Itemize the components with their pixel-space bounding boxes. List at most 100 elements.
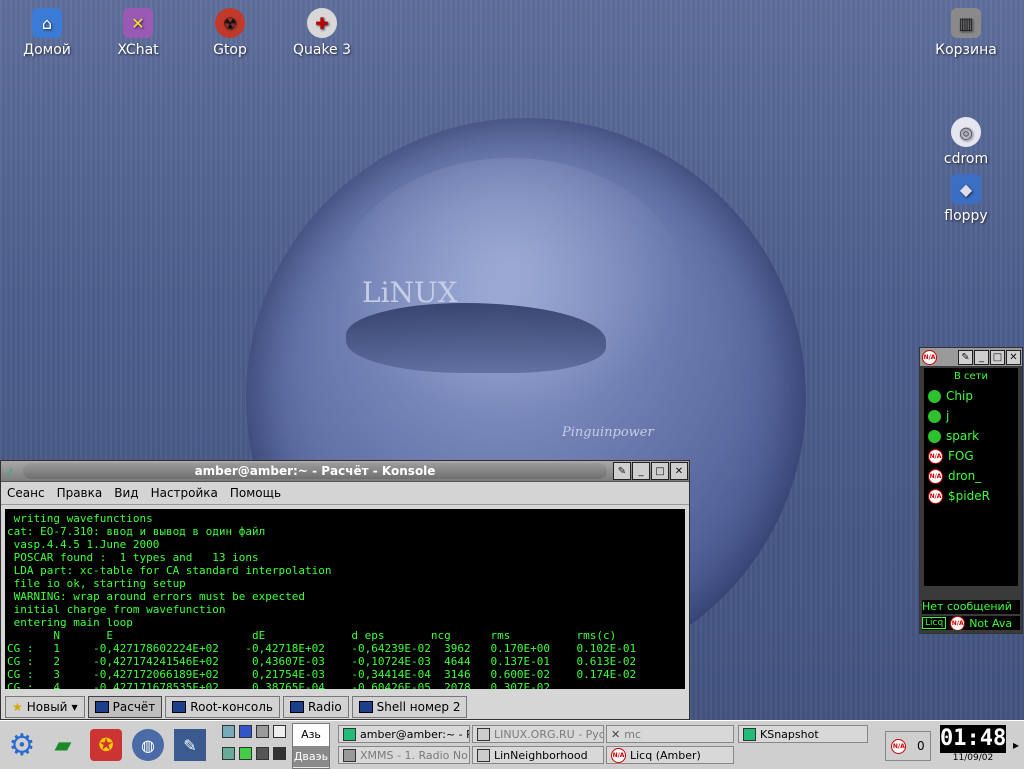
contact-item[interactable]: N/A dron_ — [924, 466, 1018, 486]
lock-icon[interactable] — [222, 746, 235, 760]
kde-menu-button[interactable]: ⚙ — [4, 727, 40, 763]
konsole-menubar: Сеанс Правка Вид Настройка Помощь — [1, 482, 689, 505]
task-linneighborhood[interactable]: LinNeighborhood — [472, 746, 604, 764]
tab-shell-2[interactable]: Shell номер 2 — [351, 696, 468, 718]
menu-settings[interactable]: Настройка — [145, 486, 224, 500]
chevron-down-icon: ▼ — [71, 702, 78, 712]
clover-icon[interactable] — [239, 746, 252, 760]
wallpaper-subtitle: Pinguinpower — [562, 425, 654, 440]
tab-raschet[interactable]: Расчёт — [87, 696, 163, 718]
contact-item[interactable]: Chip — [924, 386, 1018, 406]
konsole-app-icon[interactable]: ✓ — [5, 465, 17, 479]
menu-help[interactable]: Помощь — [224, 486, 287, 500]
new-session-icon: ★ — [12, 700, 23, 714]
status-bar[interactable]: Licq N/A Not Ava — [922, 616, 1020, 630]
desktop-icon-floppy[interactable]: ◆ floppy — [926, 170, 1006, 224]
konsole-window: ✓ amber@amber:~ - Расчёт - Konsole ✎ _ □… — [0, 460, 690, 720]
konsole-icon — [343, 727, 356, 741]
tab-new[interactable]: ★ Новый ▼ — [5, 696, 85, 718]
pin-icon[interactable]: ✎ — [613, 462, 631, 480]
task-ksnapshot[interactable]: KSnapshot — [738, 725, 868, 743]
close-button[interactable]: ✕ — [670, 462, 688, 480]
licq-titlebar[interactable]: N/A ✎ _ □ ✕ — [920, 348, 1022, 366]
desktop-icon-quake3[interactable]: ✚ Quake 3 — [282, 4, 362, 58]
systray: N/A 0 — [885, 731, 931, 761]
wallpaper-title: LiNUX — [362, 276, 458, 309]
x-icon: ✕ — [611, 727, 621, 741]
desktop-launcher[interactable]: ▰ — [46, 729, 80, 761]
clock[interactable]: 01:48 11/09/02 — [940, 725, 1006, 767]
menu-session[interactable]: Сеанс — [1, 486, 51, 500]
cdrom-icon: ◎ — [951, 117, 981, 147]
contact-item[interactable]: j — [924, 406, 1018, 426]
contact-item[interactable]: spark — [924, 426, 1018, 446]
minimize-button[interactable]: _ — [632, 462, 650, 480]
camera-icon[interactable] — [256, 746, 269, 760]
network-icon[interactable] — [222, 725, 235, 738]
desktop-icon-cdrom[interactable]: ◎ cdrom — [926, 113, 1006, 167]
online-status-icon — [928, 409, 941, 423]
online-status-icon — [928, 429, 941, 443]
message-status[interactable]: Нет сообщений — [922, 600, 1020, 614]
menu-view[interactable]: Вид — [108, 486, 144, 500]
menu-edit[interactable]: Правка — [51, 486, 109, 500]
tab-root-console[interactable]: Root-консоль — [165, 696, 280, 718]
contact-item[interactable]: N/A FOG — [924, 446, 1018, 466]
licq-tray-icon[interactable]: N/A — [891, 738, 907, 754]
konsole-tabbar: ★ Новый ▼ Расчёт Root-консоль Radio Shell … — [5, 695, 685, 719]
minimize-button[interactable]: _ — [974, 349, 989, 365]
group-header: В сети — [953, 371, 988, 382]
editor-launcher[interactable]: ✎ — [174, 729, 206, 761]
browser-launcher[interactable]: ◍ — [132, 729, 164, 761]
pin-icon[interactable]: ✎ — [958, 349, 973, 365]
clock-date: 11/09/02 — [952, 753, 994, 763]
desktop-icon-xchat[interactable]: ✕ XChat — [98, 4, 178, 58]
xchat-icon: ✕ — [123, 8, 153, 38]
mini-launchers — [222, 725, 286, 765]
keyboard-layout-switcher[interactable]: Азь Дваэь — [292, 723, 330, 769]
close-button[interactable]: ✕ — [1006, 349, 1021, 365]
licq-app-icon[interactable]: N/A — [922, 349, 937, 365]
home-icon: ⌂ — [32, 8, 62, 38]
maximize-button[interactable]: □ — [990, 349, 1005, 365]
task-browser[interactable]: LINUX.ORG.RU - Рус — [472, 725, 604, 743]
na-status-icon: N/A — [950, 616, 966, 630]
blank-icon[interactable] — [273, 725, 286, 738]
task-konsole[interactable]: amber@amber:~ - P — [338, 725, 470, 743]
na-status-icon: N/A — [928, 448, 943, 464]
settings-icon: ✪ — [98, 734, 114, 756]
task-mc[interactable]: ✕ mc — [606, 725, 734, 743]
chevron-right-icon[interactable]: ▸ — [1010, 735, 1022, 755]
konqueror-launcher[interactable]: ✪ — [90, 729, 122, 761]
desktop-icon: ▰ — [54, 732, 72, 758]
terminal-icon — [358, 701, 373, 713]
pen-icon: ✎ — [183, 735, 197, 755]
konsole-title: amber@amber:~ - Расчёт - Konsole — [23, 463, 607, 479]
contact-list[interactable]: В сети Chip j spark N/A FOG N/A dron_ N/A $… — [924, 368, 1018, 586]
task-xmms[interactable]: XMMS - 1. Radio No — [338, 746, 470, 764]
mode-button[interactable]: Licq — [922, 617, 947, 629]
mail-count[interactable]: 0 — [917, 739, 925, 753]
konsole-titlebar[interactable]: ✓ amber@amber:~ - Расчёт - Konsole ✎ _ □… — [1, 461, 689, 482]
maximize-button[interactable]: □ — [651, 462, 669, 480]
gtop-icon: ☢ — [215, 8, 245, 38]
clock-time: 01:48 — [940, 725, 1007, 753]
quake-icon: ✚ — [307, 8, 337, 38]
na-status-icon: N/A — [928, 468, 943, 484]
floppy-icon: ◆ — [951, 174, 981, 204]
task-licq[interactable]: N/A Licq (Amber) — [606, 746, 734, 764]
download-icon[interactable] — [256, 725, 269, 738]
tab-radio[interactable]: Radio — [282, 696, 349, 718]
contact-item[interactable]: N/A $pideR — [924, 486, 1018, 506]
kde-gear-icon: ⚙ — [8, 727, 36, 763]
desktop-icon-gtop[interactable]: ☢ Gtop — [190, 4, 270, 58]
terminal-output[interactable]: writing wavefunctions cat: EO-7.310: ввод… — [5, 509, 685, 689]
n-icon[interactable] — [239, 725, 252, 738]
network-icon — [477, 748, 490, 762]
taskbar: ⚙ ▰ ✪ ◍ ✎ Азь Дваэь amber@amber:~ - P LI… — [0, 720, 1024, 769]
desktop-icon-home[interactable]: ⌂ Домой — [7, 4, 87, 58]
terminal-icon — [94, 701, 109, 713]
na-status-icon: N/A — [611, 747, 626, 763]
app-icon[interactable] — [273, 746, 286, 760]
desktop-icon-trash[interactable]: ▥ Корзина — [926, 4, 1006, 58]
